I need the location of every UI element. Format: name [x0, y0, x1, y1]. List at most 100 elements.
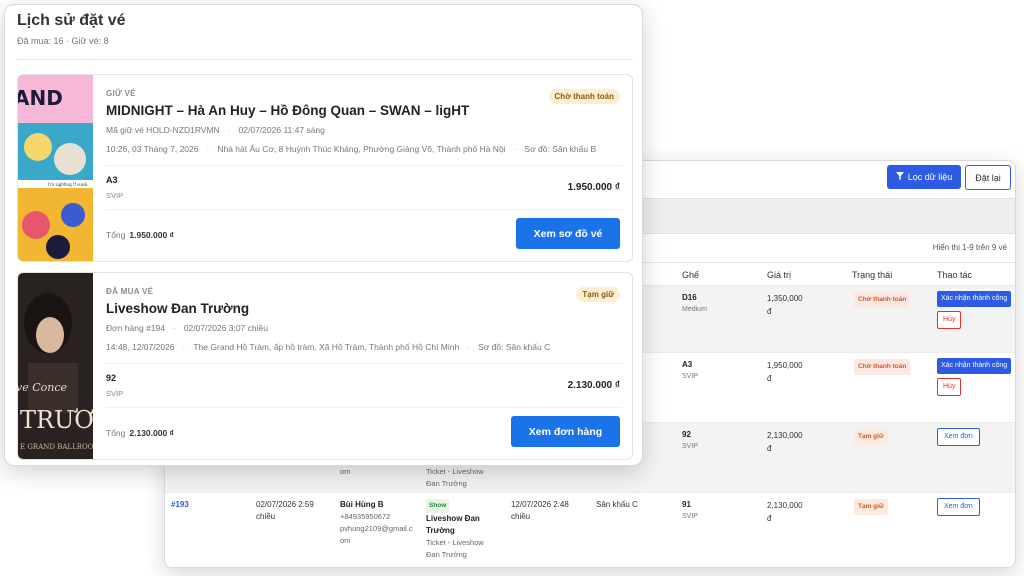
seat-code: 91 — [682, 500, 691, 509]
seat-price: 2.130.000 ₫ — [567, 380, 620, 391]
seat-code: D16 — [682, 293, 697, 302]
price: 2,130,000 — [767, 501, 803, 510]
event-thumbnail: ve Conce TRƯƠ E GRAND BALLROO — [18, 273, 93, 459]
venue: Nhà hát Âu Cơ, 8 Huỳnh Thúc Kháng, Phườn… — [217, 144, 506, 154]
total: Tổng 1.950.000 ₫ — [106, 230, 174, 240]
art-text: E GRAND BALLROO — [20, 443, 93, 451]
show-time: 10:26, 03 Tháng 7, 2026 — [106, 144, 199, 154]
hold-code: Mã giữ vé HOLD-NZD1RVMN — [106, 125, 220, 135]
seat-type: SVIP — [106, 389, 124, 398]
order-date-suffix: chiều — [256, 512, 276, 521]
booking-card: ve Conce TRƯƠ E GRAND BALLROO ĐÃ MUA VÉ … — [17, 272, 633, 460]
event-name-tail: Trường — [426, 526, 455, 535]
card-details: 14:48, 12/07/2026 · The Grand Hồ Tràm, ấp … — [106, 342, 551, 352]
booking-counts: Đã mua: 16 · Giữ vé: 8 — [17, 36, 109, 46]
order-link[interactable]: #193 — [171, 500, 189, 509]
customer-email: om — [340, 467, 351, 476]
show-tag: Show — [426, 499, 450, 513]
divider — [106, 363, 622, 364]
cancel-button[interactable]: Hủy — [937, 378, 962, 396]
created-time: 02/07/2026 3:07 chiều — [183, 323, 268, 333]
ticket-name: Ticket - Liveshow — [426, 467, 484, 476]
currency: đ — [767, 374, 772, 383]
event-name: Liveshow Đan — [426, 514, 480, 523]
seat-type: SVIP — [106, 191, 124, 200]
status-badge: Chờ thanh toán — [548, 89, 620, 104]
customer-phone: +84935950672 — [340, 512, 391, 521]
created-time: 02/07/2026 11:47 sáng — [238, 125, 325, 135]
art-text: I'm Lighting !f sun& — [48, 182, 87, 187]
table-row: #193 02/07/2026 2:59 chiều Bùi Hùng B +8… — [165, 493, 1015, 567]
seat-type: SVIP — [682, 513, 698, 520]
cancel-button[interactable]: Hủy — [937, 311, 962, 329]
order-code: Đơn hàng #194 — [106, 323, 165, 333]
currency: đ — [767, 514, 772, 523]
art-text: AND — [18, 86, 63, 110]
currency: đ — [767, 444, 772, 453]
ticket-event: Đan Trường — [426, 479, 467, 488]
divider — [106, 209, 622, 210]
stage: Sân khấu C — [596, 500, 638, 509]
col-actions: Thao tác — [937, 270, 973, 280]
customer-email: pvhung2109@gmail.c — [340, 524, 413, 533]
total-value: 1.950.000 ₫ — [129, 230, 174, 240]
divider — [106, 407, 622, 408]
seat-map: Sơ đồ: Sân khấu C — [478, 342, 551, 352]
seat-type: SVIP — [682, 443, 698, 450]
art-text: ve Conce — [18, 381, 68, 394]
total-label: Tổng — [106, 230, 126, 240]
status-badge: Tạm giữ — [576, 287, 620, 302]
customer-name: Bùi Hùng B — [340, 500, 384, 509]
event-name: MIDNIGHT – Hà An Huy – Hồ Đông Quan – SW… — [106, 103, 470, 118]
view-order-button[interactable]: Xem đơn — [937, 498, 980, 516]
total-label: Tổng — [106, 428, 126, 438]
customer-email-tail: om — [340, 536, 351, 545]
seat-map: Sơ đồ: Sân khấu B — [524, 144, 597, 154]
booking-card: AND I'm Lighting !f sun& GIỮ VÉ MIDNIGHT… — [17, 74, 633, 262]
event-name: Liveshow Đan Trường — [106, 301, 250, 316]
order-date: 02/07/2026 2:59 — [256, 500, 314, 509]
status-badge: Tạm giữ — [854, 429, 888, 445]
status-badge: Tạm giữ — [854, 499, 888, 515]
price: 2,130,000 — [767, 431, 803, 440]
seat-code: A3 — [682, 360, 693, 369]
divider — [106, 165, 622, 166]
col-status: Trạng thái — [852, 270, 893, 280]
ticket-name: Ticket - Liveshow — [426, 538, 484, 547]
card-kind: ĐÃ MUA VÉ — [106, 287, 154, 296]
card-meta: Mã giữ vé HOLD-NZD1RVMN · 02/07/2026 11:47… — [106, 125, 325, 135]
filter-button[interactable]: Lọc dữ liệu — [887, 165, 961, 189]
show-time: 12/07/2026 2:48 — [511, 500, 569, 509]
view-seat-map-button[interactable]: Xem sơ đồ vé — [516, 218, 620, 249]
art-text: TRƯƠ — [20, 406, 93, 434]
price: 1,950,000 — [767, 361, 803, 370]
results-count: Hiển thị 1-9 trên 9 vé — [932, 243, 1007, 252]
confirm-button[interactable]: Xác nhận thành công — [937, 291, 1012, 307]
price: 1,350,000 — [767, 294, 803, 303]
confirm-button[interactable]: Xác nhận thành công — [937, 358, 1012, 374]
seat-type: Medium — [682, 306, 707, 313]
view-order-button[interactable]: Xem đơn — [937, 428, 980, 446]
total: Tổng 2.130.000 ₫ — [106, 428, 174, 438]
event-thumbnail: AND I'm Lighting !f sun& — [18, 75, 93, 261]
view-order-button[interactable]: Xem đơn hàng — [511, 416, 620, 447]
card-details: 10:26, 03 Tháng 7, 2026 · Nhà hát Âu Cơ, 8… — [106, 144, 597, 154]
show-time-suffix: chiều — [511, 512, 531, 521]
total-value: 2.130.000 ₫ — [129, 428, 174, 438]
seat-code: 92 — [682, 430, 691, 439]
col-seat: Ghế — [682, 270, 700, 280]
divider — [17, 59, 633, 60]
page-title: Lịch sử đặt vé — [17, 12, 126, 29]
show-time: 14:48, 12/07/2026 — [106, 342, 175, 352]
status-badge: Chờ thanh toán — [854, 292, 911, 308]
col-value: Giá trị — [767, 270, 792, 280]
card-kind: GIỮ VÉ — [106, 89, 136, 98]
seat-code: A3 — [106, 175, 118, 185]
reset-button[interactable]: Đặt lại — [965, 165, 1011, 190]
currency: đ — [767, 307, 772, 316]
status-badge: Chờ thanh toán — [854, 359, 911, 375]
seat-code: 92 — [106, 373, 117, 383]
booking-history-panel: Lịch sử đặt vé Đã mua: 16 · Giữ vé: 8 AN… — [4, 4, 643, 466]
card-meta: Đơn hàng #194 · 02/07/2026 3:07 chiều — [106, 323, 268, 333]
ticket-event: Đan Trường — [426, 550, 467, 559]
